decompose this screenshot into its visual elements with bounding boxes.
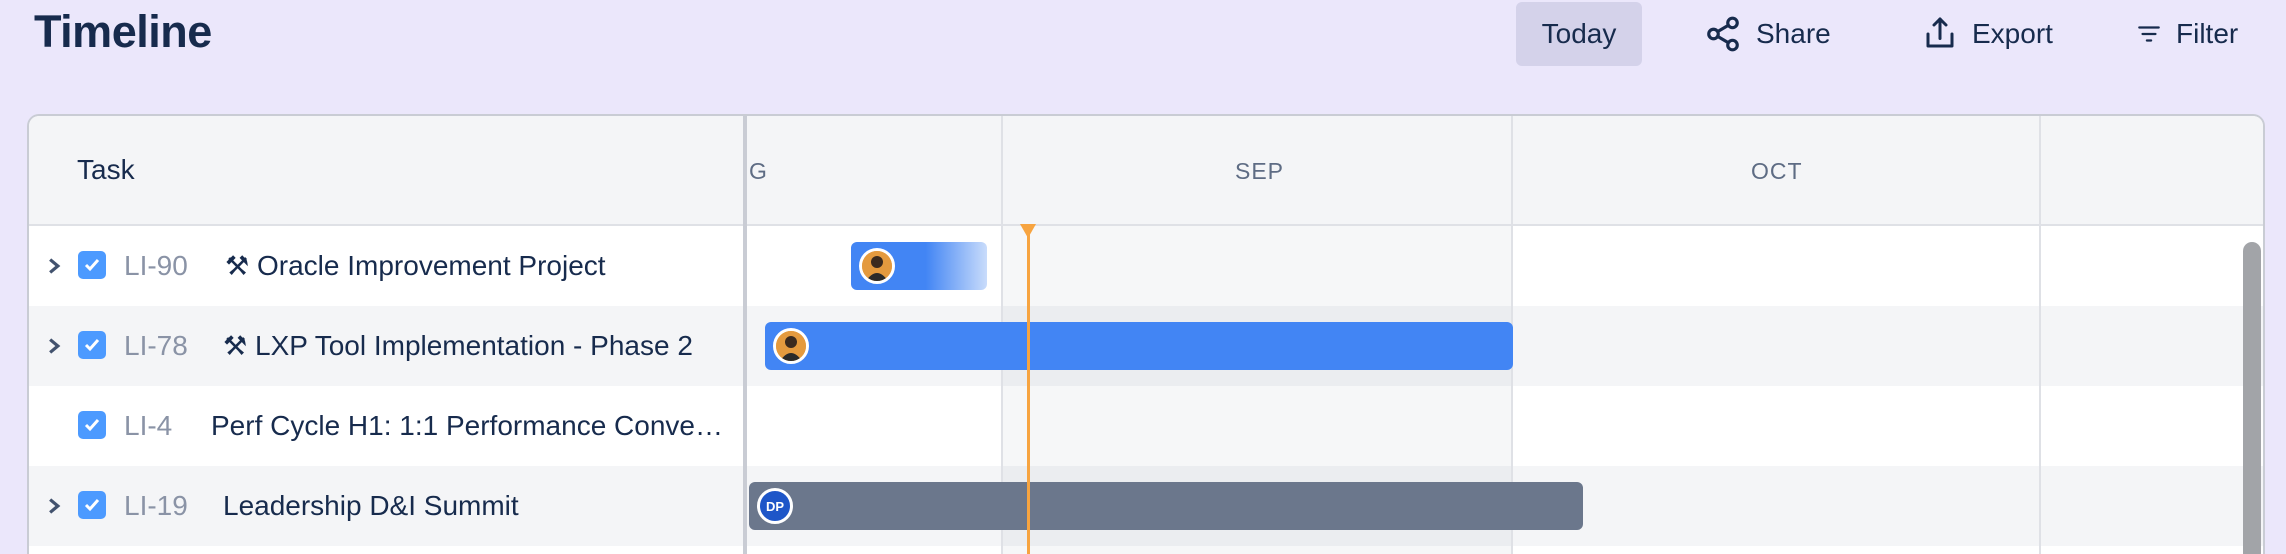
issue-summary-text: Perf Cycle H1: 1:1 Performance Conve… [211, 410, 723, 441]
expand-chevron-icon[interactable] [41, 332, 67, 360]
task-cell: LI-4 Perf Cycle H1: 1:1 Performance Conv… [29, 386, 743, 466]
top-bar: Timeline Today Share Export Filter [0, 0, 2286, 70]
today-button[interactable]: Today [1516, 2, 1642, 66]
task-checkbox[interactable] [78, 331, 106, 359]
timeline-bar[interactable] [851, 242, 987, 290]
page-title: Timeline [34, 6, 212, 57]
today-marker-icon [1020, 224, 1036, 238]
task-cell: LI-19 Leadership D&I Summit [29, 466, 743, 546]
assignee-avatar[interactable] [859, 248, 895, 284]
assignee-avatar[interactable] [773, 328, 809, 364]
share-icon [1704, 15, 1742, 53]
hammer-pick-icon: ⚒ [223, 331, 248, 362]
issue-summary[interactable]: Leadership D&I Summit [223, 490, 519, 522]
month-label: G [749, 158, 768, 184]
export-button[interactable]: Export [1900, 2, 2075, 66]
filter-button[interactable]: Filter [2114, 2, 2238, 66]
task-cell: LI-90 ⚒ Oracle Improvement Project [29, 226, 743, 306]
timeline-bar[interactable]: DP [749, 482, 1583, 530]
task-checkbox[interactable] [78, 491, 106, 519]
filter-icon [2136, 21, 2162, 47]
issue-summary[interactable]: ⚒ LXP Tool Implementation - Phase 2 [223, 330, 693, 362]
timeline-panel: LI-90 ⚒ Oracle Improvement Project LI-78… [27, 114, 2265, 554]
assignee-avatar[interactable]: DP [757, 488, 793, 524]
issue-key[interactable]: LI-78 [124, 330, 188, 362]
issue-summary[interactable]: Perf Cycle H1: 1:1 Performance Conve… [211, 410, 723, 442]
hammer-pick-icon: ⚒ [225, 251, 250, 282]
timeline-header: Task G SEP OCT [29, 116, 2263, 226]
task-column-header: Task [77, 154, 135, 185]
task-checkbox[interactable] [78, 411, 106, 439]
task-cell: LI-78 ⚒ LXP Tool Implementation - Phase … [29, 306, 743, 386]
vertical-scrollbar[interactable] [2243, 242, 2261, 554]
filter-label: Filter [2176, 18, 2239, 49]
issue-key[interactable]: LI-19 [124, 490, 188, 522]
export-label: Export [1972, 18, 2053, 49]
month-divider [1001, 116, 1003, 226]
issue-summary[interactable]: ⚒ Oracle Improvement Project [225, 250, 606, 282]
issue-key[interactable]: LI-90 [124, 250, 188, 282]
share-label: Share [1756, 18, 1831, 49]
today-label: Today [1541, 18, 1617, 49]
issue-summary-text: Oracle Improvement Project [257, 250, 606, 281]
task-column-resizer[interactable] [743, 116, 747, 554]
share-button[interactable]: Share [1682, 2, 1853, 66]
issue-key[interactable]: LI-4 [124, 410, 172, 442]
month-label: OCT [1751, 158, 1803, 184]
issue-summary-text: Leadership D&I Summit [223, 490, 519, 521]
month-label: SEP [1235, 158, 1285, 184]
month-divider [1511, 116, 1513, 226]
issue-summary-text: LXP Tool Implementation - Phase 2 [255, 330, 693, 361]
month-divider [2039, 116, 2041, 226]
expand-chevron-icon[interactable] [41, 492, 67, 520]
today-line [1027, 226, 1030, 554]
export-icon [1922, 16, 1958, 52]
task-checkbox[interactable] [78, 251, 106, 279]
expand-chevron-icon[interactable] [41, 252, 67, 280]
timeline-bar[interactable] [765, 322, 1513, 370]
